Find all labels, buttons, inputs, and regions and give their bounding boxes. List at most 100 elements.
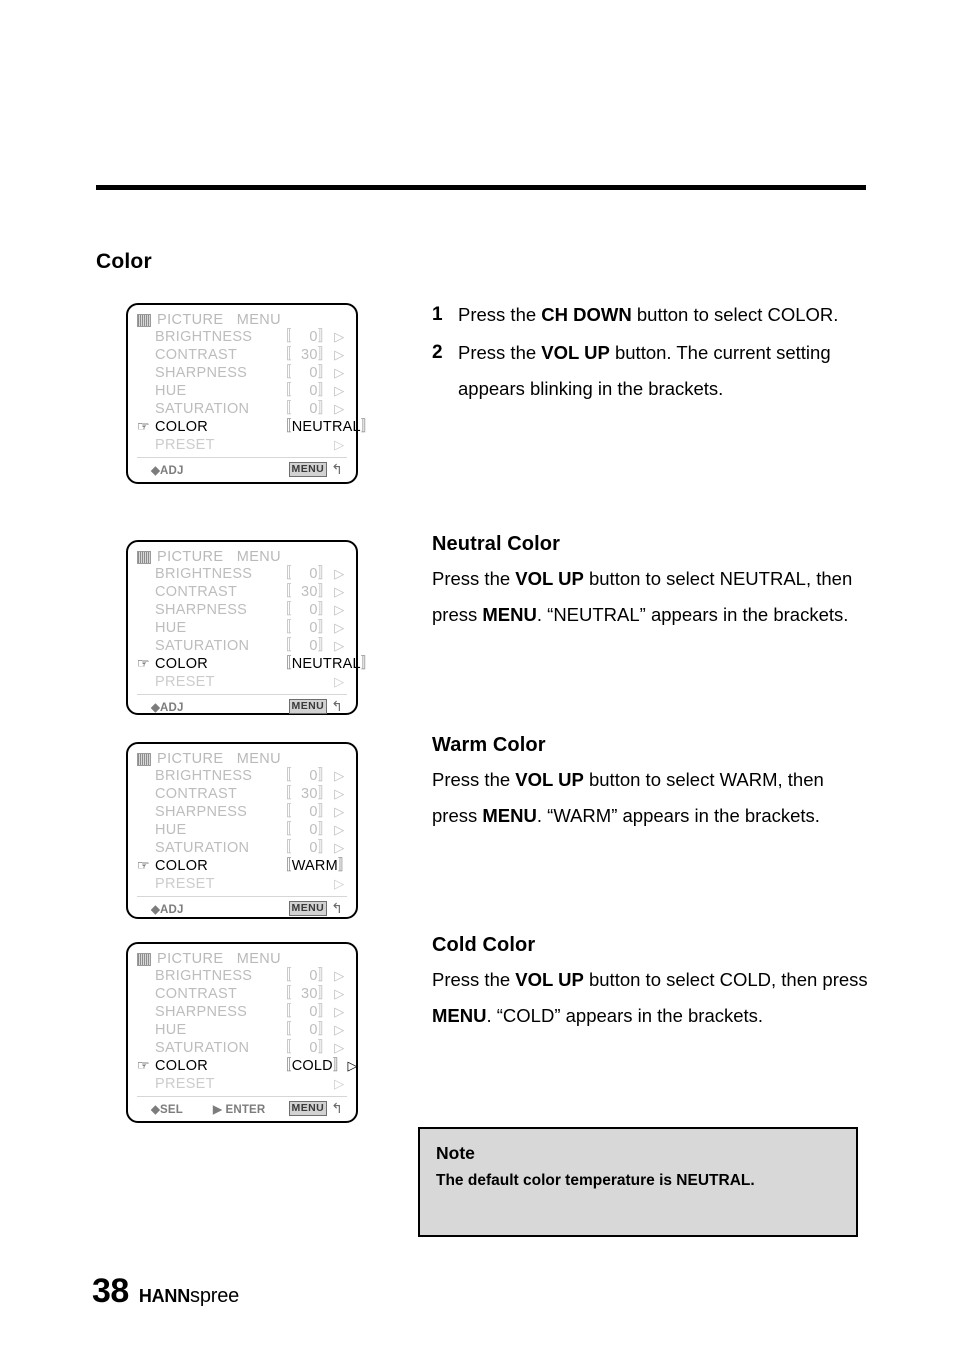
section-cold-color: Cold Color Press the VOL UP button to se… [432, 934, 872, 1034]
chevron-right-icon: ▷ [334, 674, 345, 689]
emphasis: VOL UP [541, 342, 610, 363]
osd-row[interactable]: SATURATION 〚 0 〛 ▷ [137, 1040, 347, 1058]
chevron-right-icon: ▷ [347, 1058, 358, 1073]
step-text: Press the CH DOWN button to select COLOR… [458, 304, 839, 325]
osd-neutral-2: PICTURE MENU BRIGHTNESS 〚 0 〛 ▷ CONTRAST 〚 30 〛 ▷ S… [126, 540, 375, 715]
osd-row-value: 0 [309, 822, 318, 838]
osd-row[interactable]: BRIGHTNESS 〚 0 〛 ▷ [137, 968, 347, 986]
bracket-right: 〛 [317, 566, 333, 582]
bracket-left: 〚 [277, 1022, 292, 1038]
bracket-right: 〛 [332, 1058, 348, 1074]
osd-adj-hint[interactable]: ◆ADJ [151, 902, 184, 916]
osd-row[interactable]: CONTRAST 〚 30 〛 ▷ [137, 347, 347, 365]
osd-row-label: COLOR [155, 1058, 209, 1074]
osd-row-value: 0 [309, 1004, 318, 1020]
emphasis: MENU [482, 805, 537, 826]
osd-row-color[interactable]: ☞ COLOR 〚NEUTRAL〛 [137, 418, 375, 437]
osd-row-list: BRIGHTNESS 〚 0 〛 ▷ CONTRAST 〚 30 〛 ▷ SHARPNESS 〚 0 〛 ▷… [137, 968, 358, 1094]
menu-button-chip[interactable]: MENU [288, 1100, 328, 1117]
bracket-right: 〛 [317, 383, 333, 399]
osd-row-value: 30 [301, 986, 318, 1002]
osd-neutral-1: PICTURE MENU BRIGHTNESS 〚 0 〛 ▷ CONTRAST 〚 30 〛 ▷ S… [126, 303, 375, 484]
chevron-right-icon: ▷ [334, 329, 345, 344]
bracket-left: 〚 [277, 383, 292, 399]
osd-row[interactable]: SATURATION 〚 0 〛 ▷ [137, 840, 347, 858]
osd-sel-hint[interactable]: ◆SEL [151, 1102, 183, 1116]
bracket-left: 〚 [277, 858, 292, 874]
osd-divider [137, 896, 347, 897]
bracket-left: 〚 [277, 768, 292, 784]
osd-row-preset[interactable]: PRESET ▷ [137, 674, 347, 692]
bracket-left: 〚 [277, 1004, 292, 1020]
osd-row[interactable]: CONTRAST 〚 30 〛 ▷ [137, 986, 347, 1004]
osd-adj-hint[interactable]: ◆ADJ [151, 463, 184, 477]
osd-row[interactable]: SHARPNESS 〚 0 〛 ▷ [137, 365, 347, 383]
hand-pointer-icon: ☞ [137, 418, 150, 434]
bracket-right: 〛 [317, 347, 333, 363]
bracket-right: 〛 [317, 620, 333, 636]
manual-page: Color PICTURE MENU BRIGHTNESS 〚 0 〛 ▷ CONTRAST… [0, 0, 954, 1352]
osd-row[interactable]: SHARPNESS 〚 0 〛 ▷ [137, 602, 347, 620]
osd-row[interactable]: BRIGHTNESS 〚 0 〛 ▷ [137, 768, 347, 786]
emphasis: VOL UP [515, 969, 584, 990]
hand-pointer-icon: ☞ [137, 857, 150, 873]
osd-row-label: SHARPNESS [155, 804, 248, 820]
bracket-left: 〚 [277, 840, 292, 856]
osd-row-preset[interactable]: PRESET ▷ [137, 437, 347, 455]
bracket-left: 〚 [277, 968, 292, 984]
osd-row[interactable]: HUE 〚 0 〛 ▷ [137, 1022, 347, 1040]
osd-row-preset[interactable]: PRESET ▷ [137, 876, 347, 894]
menu-button-chip[interactable]: MENU [288, 900, 328, 917]
osd-row-label: BRIGHTNESS [155, 329, 253, 345]
osd-row-color[interactable]: ☞ COLOR 〚NEUTRAL〛 [137, 656, 375, 674]
menu-button-chip[interactable]: MENU [288, 461, 328, 478]
osd-row[interactable]: HUE 〚 0 〛 ▷ [137, 822, 347, 840]
osd-enter-hint[interactable]: ▶ ENTER [213, 1102, 265, 1116]
osd-row-color[interactable]: ☞ COLOR 〚WARM〛 [137, 857, 352, 876]
return-arrow-icon: ↰ [331, 900, 343, 916]
bracket-right: 〛 [317, 804, 333, 820]
osd-adj-hint[interactable]: ◆ADJ [151, 700, 184, 714]
chevron-right-icon: ▷ [334, 804, 345, 819]
osd-row-label: CONTRAST [155, 786, 238, 802]
osd-row[interactable]: CONTRAST 〚 30 〛 ▷ [137, 584, 347, 602]
bracket-left: 〚 [277, 602, 292, 618]
note-body: The default color temperature is NEUTRAL… [436, 1172, 755, 1189]
bracket-right: 〛 [337, 858, 353, 874]
chevron-right-icon: ▷ [334, 1076, 345, 1091]
brand-logo: HANNspree [139, 1285, 239, 1308]
osd-row-value: 30 [301, 786, 318, 802]
osd-footer: ◆ADJ MENU ↰ [137, 461, 347, 478]
osd-row[interactable]: SHARPNESS 〚 0 〛 ▷ [137, 804, 347, 822]
osd-footer: ◆SEL ▶ ENTER MENU ↰ [137, 1100, 347, 1117]
osd-row-preset[interactable]: PRESET ▷ [137, 1076, 347, 1094]
bracket-left: 〚 [277, 804, 292, 820]
page-title: Color [96, 250, 152, 273]
section-warm-color: Warm Color Press the VOL UP button to se… [432, 734, 872, 834]
osd-warm: PICTURE MENU BRIGHTNESS 〚 0 〛 ▷ CONTRAST 〚 30 〛 ▷ S… [126, 742, 358, 919]
osd-row[interactable]: SHARPNESS 〚 0 〛 ▷ [137, 1004, 347, 1022]
osd-cold: PICTURE MENU BRIGHTNESS 〚 0 〛 ▷ CONTRAST 〚 30 〛 ▷ S… [126, 942, 358, 1123]
osd-row-color[interactable]: ☞ COLOR 〚COLD〛 ▷ [137, 1058, 358, 1076]
osd-title: PICTURE MENU [137, 751, 347, 767]
numbered-steps: 1 Press the CH DOWN button to select COLO… [432, 297, 872, 409]
menu-button-chip[interactable]: MENU [288, 698, 328, 715]
osd-row[interactable]: SATURATION 〚 0 〛 ▷ [137, 401, 347, 419]
osd-row[interactable]: BRIGHTNESS 〚 0 〛 ▷ [137, 566, 347, 584]
osd-row-label: BRIGHTNESS [155, 566, 253, 582]
osd-row-value: 0 [309, 968, 318, 984]
emphasis: MENU [482, 604, 537, 625]
bracket-left: 〚 [277, 401, 292, 417]
emphasis: CH DOWN [541, 304, 632, 325]
osd-row-label: SATURATION [155, 638, 250, 654]
osd-row[interactable]: CONTRAST 〚 30 〛 ▷ [137, 786, 347, 804]
osd-row-value: 30 [301, 584, 318, 600]
osd-row[interactable]: HUE 〚 0 〛 ▷ [137, 620, 347, 638]
bracket-left: 〚 [277, 584, 292, 600]
body-warm-color: Press the VOL UP button to select WARM, … [432, 769, 824, 826]
bracket-right: 〛 [317, 968, 333, 984]
osd-row[interactable]: BRIGHTNESS 〚 0 〛 ▷ [137, 329, 347, 347]
osd-row[interactable]: SATURATION 〚 0 〛 ▷ [137, 638, 347, 656]
osd-row[interactable]: HUE 〚 0 〛 ▷ [137, 383, 347, 401]
body-neutral-color: Press the VOL UP button to select NEUTRA… [432, 568, 853, 625]
